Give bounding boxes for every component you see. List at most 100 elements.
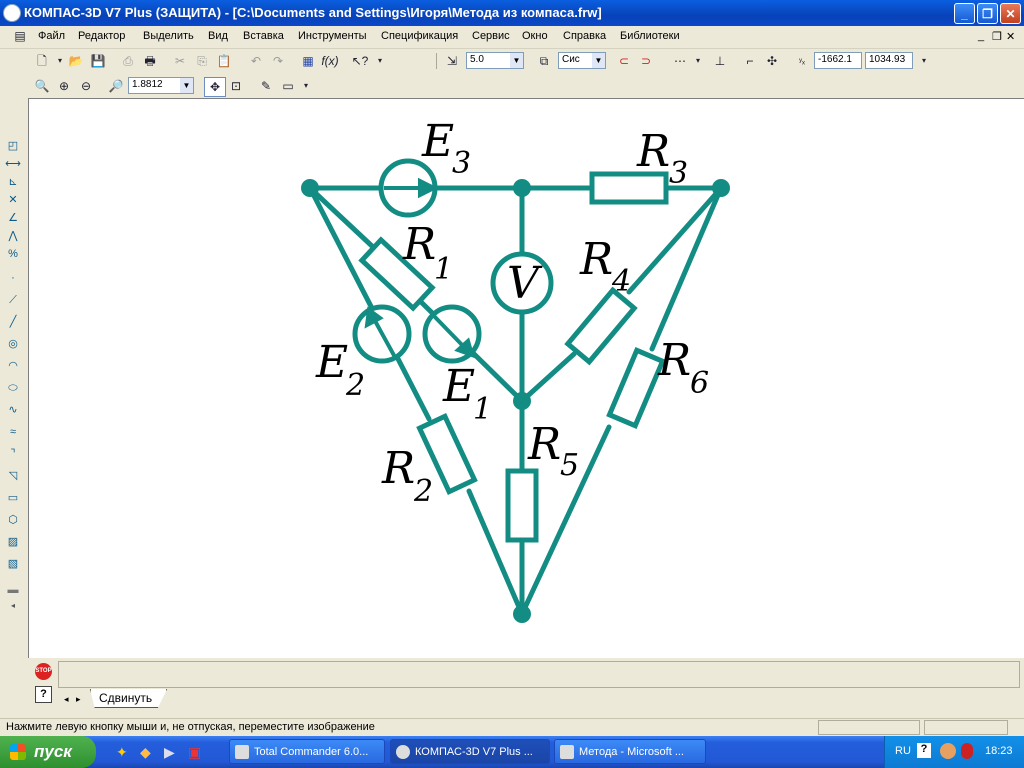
- tab-pan[interactable]: Сдвинуть: [90, 689, 168, 708]
- task-total-commander[interactable]: Total Commander 6.0...: [229, 739, 385, 764]
- start-button[interactable]: пуск: [0, 736, 96, 768]
- save-icon[interactable]: 💾: [88, 52, 108, 70]
- tray-back-icon[interactable]: [940, 743, 956, 759]
- step-field[interactable]: 5.0 ▼: [466, 52, 524, 69]
- maximize-button[interactable]: ❐: [977, 3, 998, 24]
- zoom-scale-icon[interactable]: 🔎: [106, 77, 126, 95]
- show-all-icon[interactable]: ⊡: [226, 77, 246, 95]
- menu-view[interactable]: Вид: [208, 30, 228, 42]
- zoom-out-icon[interactable]: ⊖: [76, 77, 96, 95]
- layers-icon[interactable]: ⧉: [534, 52, 554, 70]
- circle-tool-icon[interactable]: ◎: [5, 336, 21, 352]
- hatch-tool-icon[interactable]: ▨: [5, 534, 21, 550]
- snap-magnet-icon[interactable]: ⊂: [614, 52, 634, 70]
- quicklaunch-icon-3[interactable]: ▶: [164, 744, 175, 761]
- copy-icon[interactable]: ⎘: [192, 52, 212, 70]
- document-icon[interactable]: ▤: [10, 27, 30, 45]
- edit-tool-icon[interactable]: ✕: [5, 192, 21, 208]
- ellipse-tool-icon[interactable]: ⬭: [5, 380, 21, 396]
- redo-icon[interactable]: ↷: [268, 52, 288, 70]
- collapsed-tool-icon[interactable]: ▬: [5, 582, 21, 598]
- menu-service[interactable]: Сервис: [472, 30, 510, 42]
- chevron-down-icon[interactable]: ▼: [180, 78, 193, 93]
- quicklaunch-icon-2[interactable]: ◆: [140, 744, 151, 761]
- menu-tools[interactable]: Инструменты: [298, 30, 367, 42]
- help-icon[interactable]: ?: [35, 686, 52, 703]
- fill-tool-icon[interactable]: ▧: [5, 556, 21, 572]
- new-document-icon[interactable]: 🗋: [32, 52, 52, 70]
- arc-tool-icon[interactable]: ◠: [5, 358, 21, 374]
- quicklaunch-icon-4[interactable]: ▣: [188, 744, 201, 761]
- snap-local-icon[interactable]: ⊃: [636, 52, 656, 70]
- cursor-coords-icon[interactable]: ✣: [762, 52, 782, 70]
- language-indicator[interactable]: RU: [895, 745, 911, 757]
- cut-icon[interactable]: ✂: [170, 52, 190, 70]
- system-field[interactable]: Сис ▼: [558, 52, 606, 69]
- polyline-tool-icon[interactable]: ⌝: [5, 446, 21, 462]
- help-pointer-icon[interactable]: ↖?: [350, 52, 370, 70]
- coord-y-field[interactable]: 1034.93: [865, 52, 913, 69]
- menu-help[interactable]: Справка: [563, 30, 606, 42]
- tab-scroll-right-icon[interactable]: ▸: [76, 694, 81, 705]
- doc-minimize-icon[interactable]: _: [978, 30, 984, 42]
- polygon-tool-icon[interactable]: ⬡: [5, 512, 21, 528]
- doc-close-icon[interactable]: ✕: [1006, 30, 1015, 43]
- chevron-down-icon[interactable]: ▼: [510, 53, 523, 68]
- help-dropdown-icon[interactable]: ▾: [370, 52, 390, 70]
- grid-icon[interactable]: ⋯: [670, 52, 690, 70]
- bezier-tool-icon[interactable]: ≈: [5, 424, 21, 440]
- zoom-in-icon[interactable]: ⊕: [54, 77, 74, 95]
- menu-select[interactable]: Выделить: [143, 30, 194, 42]
- scroll-down-icon[interactable]: ◂: [5, 598, 21, 614]
- task-word[interactable]: Метода - Microsoft ...: [554, 739, 706, 764]
- minimize-button[interactable]: _: [954, 3, 975, 24]
- coord-x-field[interactable]: -1662.1: [814, 52, 862, 69]
- annotation-tool-icon[interactable]: ⊾: [5, 174, 21, 190]
- menu-insert[interactable]: Вставка: [243, 30, 284, 42]
- dimensions-tool-icon[interactable]: ⟷: [5, 156, 21, 172]
- display-dropdown-icon[interactable]: ▾: [296, 77, 316, 95]
- print-preview-icon[interactable]: 🖶: [140, 52, 160, 70]
- undo-icon[interactable]: ↶: [246, 52, 266, 70]
- coords-dropdown-icon[interactable]: ▾: [914, 52, 934, 70]
- open-icon[interactable]: 📂: [66, 52, 86, 70]
- rectangle-tool-icon[interactable]: ▭: [5, 490, 21, 506]
- point-tool-icon[interactable]: ·: [5, 270, 21, 286]
- drawing-canvas[interactable]: E 3 R 3 R 1 V R 4 E 2 E 1 R 6 R 5 R 2: [28, 98, 1024, 659]
- auxline-tool-icon[interactable]: ⟋: [5, 292, 21, 308]
- menu-editor[interactable]: Редактор: [78, 30, 125, 42]
- chevron-down-icon[interactable]: ▼: [592, 53, 605, 68]
- manager-icon[interactable]: ▦: [298, 52, 318, 70]
- stop-icon[interactable]: STOP: [35, 663, 52, 680]
- kompas-app-icon[interactable]: [3, 4, 21, 22]
- menu-libraries[interactable]: Библиотеки: [620, 30, 680, 42]
- pan-icon[interactable]: ✥: [204, 77, 226, 97]
- display-mode-icon[interactable]: ▭: [278, 77, 298, 95]
- measure-tool-icon[interactable]: ⋀: [5, 228, 21, 244]
- close-button[interactable]: ✕: [1000, 3, 1021, 24]
- zoom-field[interactable]: 1.8812 ▼: [128, 77, 194, 94]
- task-kompas[interactable]: КОМПАС-3D V7 Plus ...: [390, 739, 550, 764]
- tab-scroll-left-icon[interactable]: ◂: [64, 694, 69, 705]
- chamfer-tool-icon[interactable]: ◹: [5, 468, 21, 484]
- local-cs-icon[interactable]: ⊥: [710, 52, 730, 70]
- function-icon[interactable]: f(x): [320, 52, 340, 70]
- segment-tool-icon[interactable]: ╱: [5, 314, 21, 330]
- tray-app-icon[interactable]: [961, 743, 973, 759]
- refresh-icon[interactable]: ✎: [256, 77, 276, 95]
- param-tool-icon[interactable]: ∠: [5, 210, 21, 226]
- menu-specification[interactable]: Спецификация: [381, 30, 458, 42]
- ortho-icon[interactable]: ⌐: [740, 52, 760, 70]
- menu-file[interactable]: Файл: [38, 30, 65, 42]
- menu-window[interactable]: Окно: [522, 30, 548, 42]
- help-tray-icon[interactable]: ?: [917, 743, 931, 758]
- paste-icon[interactable]: 📋: [214, 52, 234, 70]
- print-icon[interactable]: ⎙: [118, 52, 138, 70]
- geometry-tool-icon[interactable]: ◰: [5, 138, 21, 154]
- step-icon[interactable]: ⇲: [442, 52, 462, 70]
- spline-tool-icon[interactable]: ∿: [5, 402, 21, 418]
- select-tool-icon[interactable]: %: [5, 246, 21, 262]
- doc-restore-icon[interactable]: ❐: [992, 30, 1002, 43]
- command-input-area[interactable]: [58, 661, 1020, 688]
- zoom-window-icon[interactable]: 🔍: [32, 77, 52, 95]
